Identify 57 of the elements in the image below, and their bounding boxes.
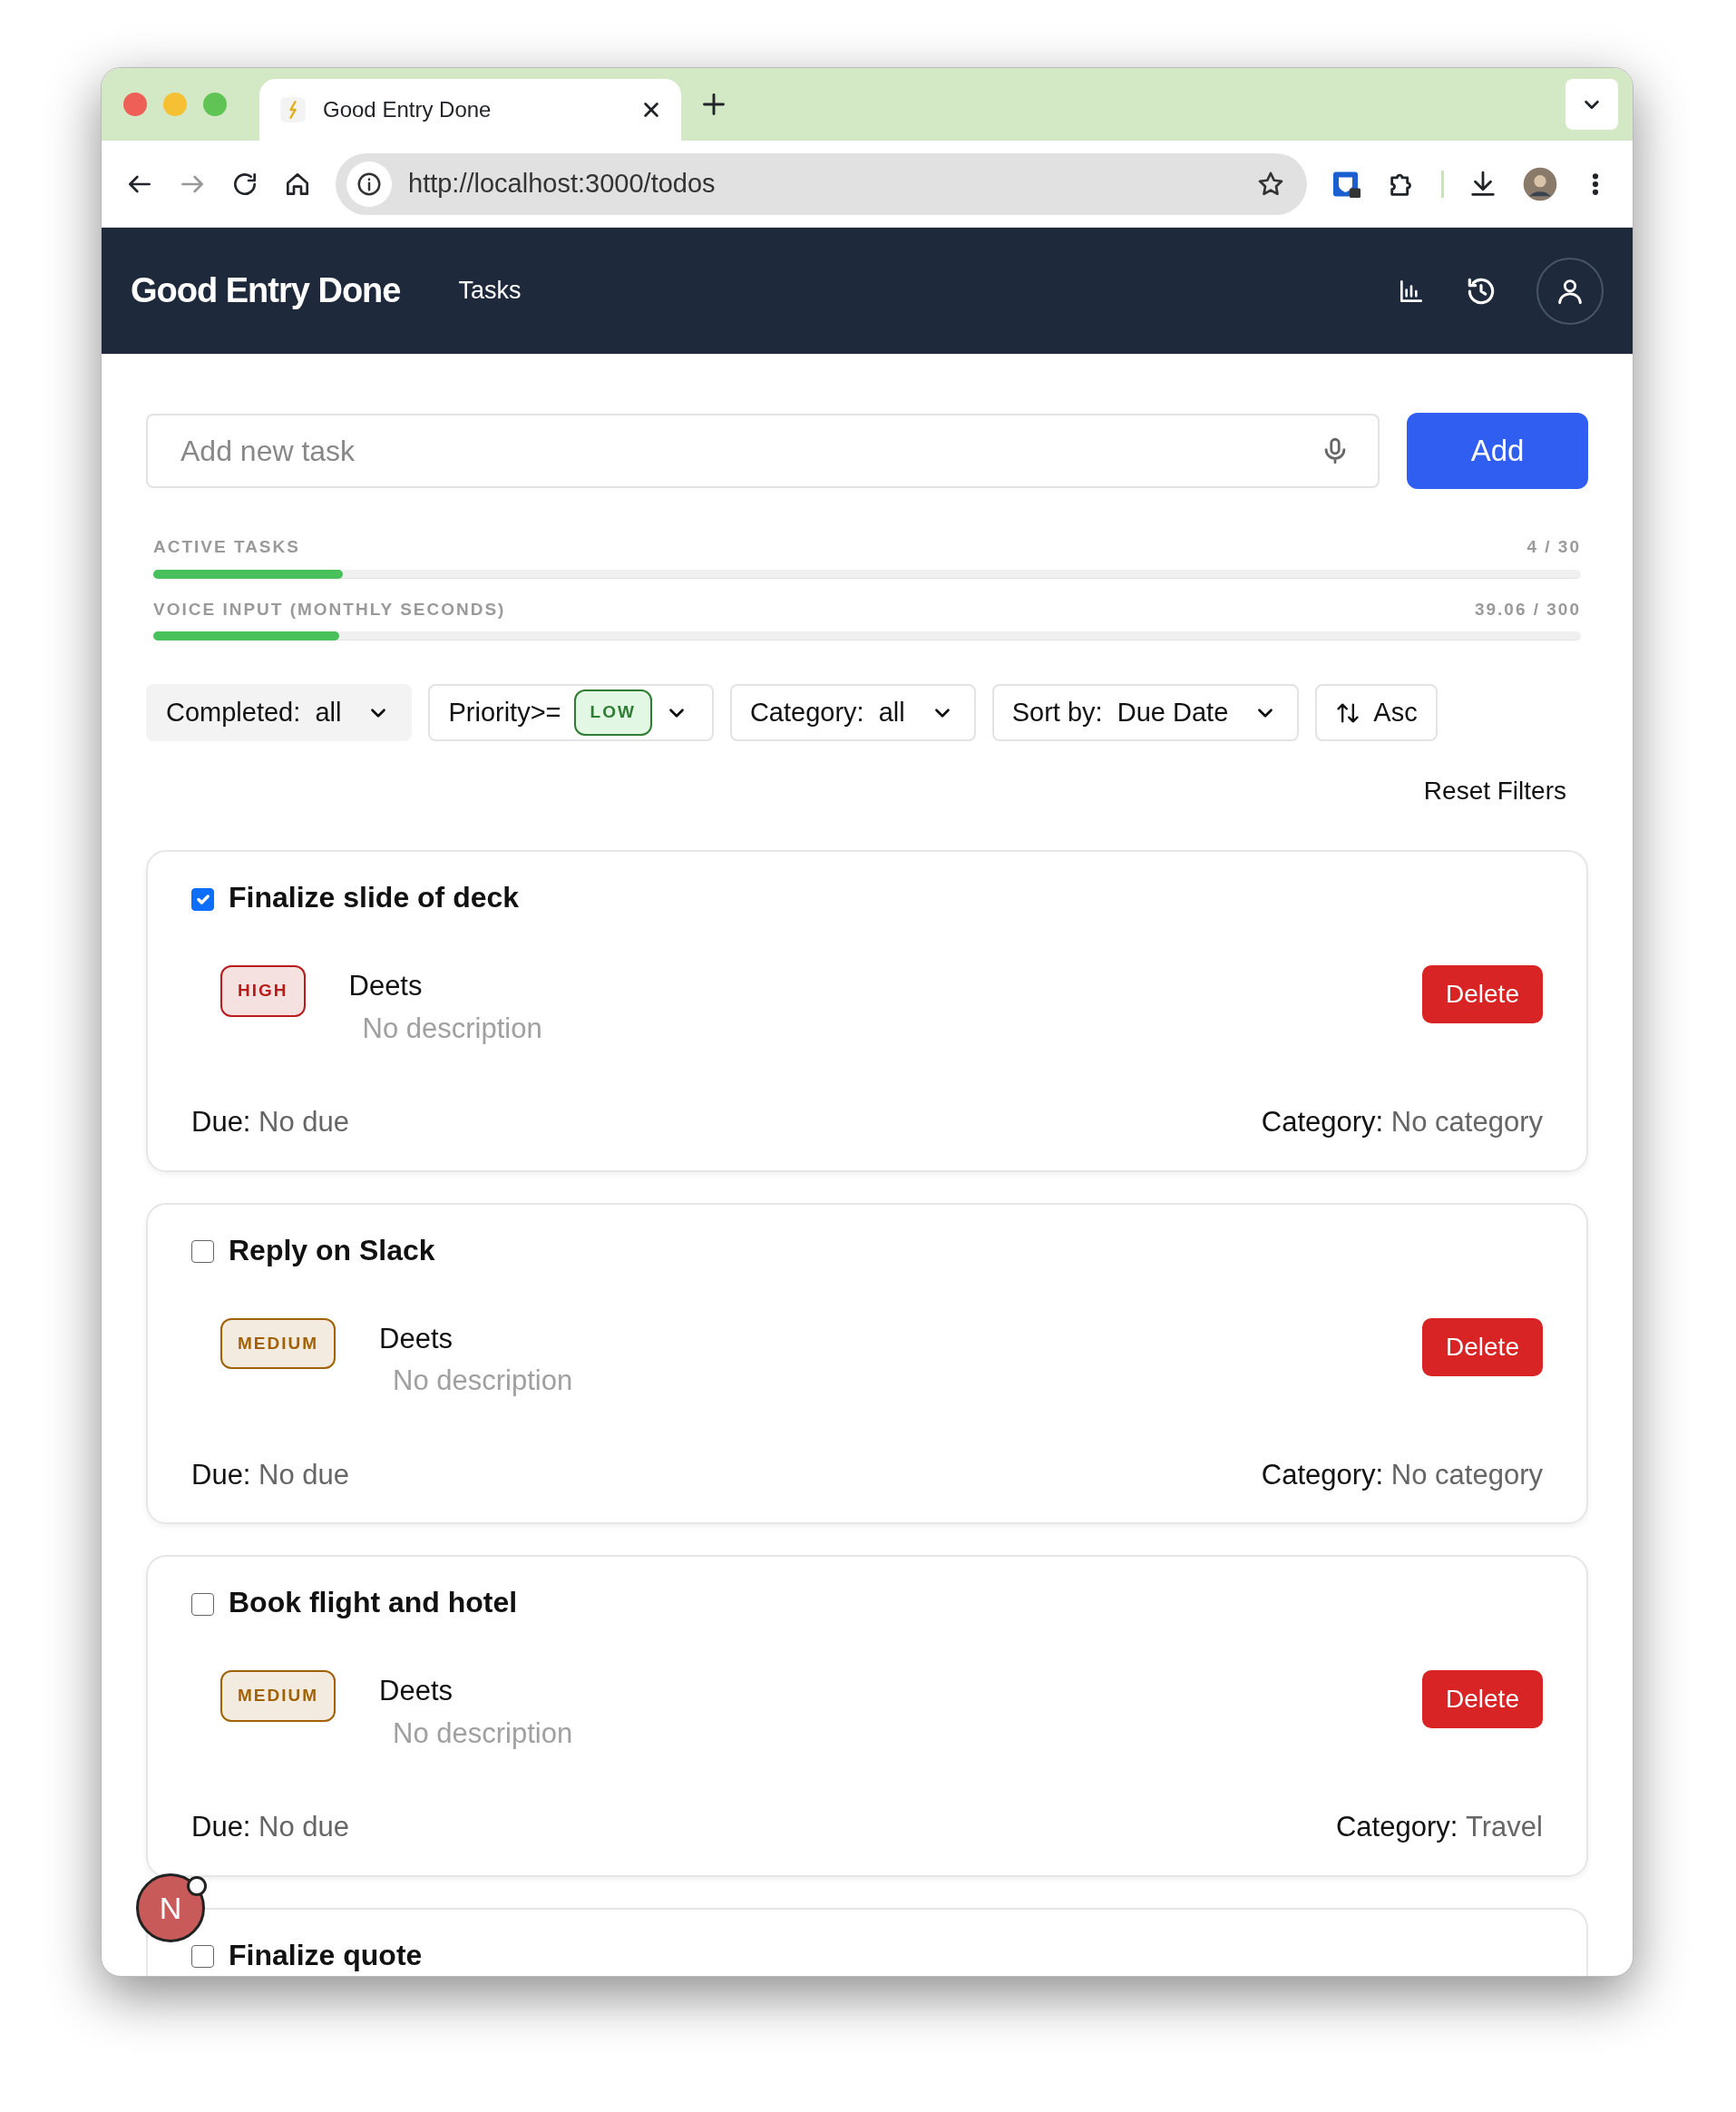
site-info-button[interactable] bbox=[346, 161, 392, 207]
reset-filters-link[interactable]: Reset Filters bbox=[1423, 772, 1566, 810]
browser-tab[interactable]: Good Entry Done bbox=[259, 79, 681, 141]
task-checkbox[interactable] bbox=[191, 1592, 214, 1616]
meter-reading: 39.06 / 300 bbox=[1474, 598, 1581, 621]
delete-button[interactable]: Delete bbox=[1422, 965, 1543, 1023]
filter-label: Completed: all bbox=[166, 696, 342, 728]
add-button[interactable]: Add bbox=[1407, 413, 1588, 489]
avatar-icon[interactable] bbox=[1522, 165, 1558, 202]
task-description: No description bbox=[393, 1716, 573, 1751]
filter-label: Asc bbox=[1373, 696, 1418, 728]
dev-tools-badge[interactable]: N bbox=[136, 1873, 205, 1942]
task-title: Book flight and hotel bbox=[229, 1585, 518, 1620]
tab-title: Good Entry Done bbox=[323, 96, 493, 123]
due-date: Due: No due bbox=[191, 1810, 350, 1844]
meter-reading: 4 / 30 bbox=[1526, 536, 1581, 558]
due-date: Due: No due bbox=[191, 1457, 350, 1492]
filter-dropdown[interactable]: Sort by: Due Date bbox=[991, 684, 1300, 741]
task-description: No description bbox=[393, 1364, 573, 1398]
task-title: Finalize slide of deck bbox=[229, 880, 520, 915]
favicon-icon bbox=[279, 96, 307, 123]
task-title: Reply on Slack bbox=[229, 1232, 435, 1268]
priority-badge: HIGH bbox=[220, 965, 306, 1017]
meter-label: VOICE INPUT (MONTHLY SECONDS) bbox=[153, 598, 506, 621]
task-name: Deets bbox=[348, 969, 424, 1003]
notification-dot bbox=[187, 1876, 207, 1896]
sort-order-button[interactable]: Asc bbox=[1315, 684, 1438, 741]
task-category: Category: No category bbox=[1261, 1105, 1543, 1139]
new-tab-icon[interactable] bbox=[701, 92, 727, 117]
filter-dropdown[interactable]: Completed: all bbox=[146, 684, 413, 741]
filter-label: Sort by: Due Date bbox=[1011, 696, 1229, 728]
filter-dropdown[interactable]: Priority>= LOW bbox=[428, 684, 714, 741]
delete-button[interactable]: Delete bbox=[1422, 1317, 1543, 1376]
nav-link[interactable]: Tasks bbox=[458, 272, 522, 309]
task-title: Finalize quote bbox=[229, 1937, 423, 1973]
filter-label: Priority>= bbox=[448, 696, 561, 728]
app-title[interactable]: Good Entry Done bbox=[131, 265, 401, 317]
priority-badge: MEDIUM bbox=[220, 1670, 336, 1722]
due-date: Due: No due bbox=[191, 1105, 350, 1139]
filter-label: Category: all bbox=[749, 696, 905, 728]
priority-badge: LOW bbox=[573, 689, 652, 736]
delete-button[interactable]: Delete bbox=[1422, 1670, 1543, 1728]
task-checkbox[interactable] bbox=[191, 887, 214, 911]
task-name: Deets bbox=[379, 1674, 454, 1708]
meter-label: ACTIVE TASKS bbox=[153, 536, 300, 558]
filter-dropdown[interactable]: Category: all bbox=[729, 684, 976, 741]
close-icon[interactable] bbox=[641, 100, 661, 120]
task-name: Deets bbox=[379, 1321, 454, 1356]
window-control-icon[interactable] bbox=[123, 93, 147, 116]
task-category: Category: Travel bbox=[1336, 1810, 1543, 1844]
task-checkbox[interactable] bbox=[191, 1240, 214, 1263]
priority-badge: MEDIUM bbox=[220, 1317, 336, 1369]
profile-button[interactable] bbox=[1536, 257, 1604, 325]
task-description: No description bbox=[362, 1011, 542, 1046]
task-category: Category: No category bbox=[1261, 1457, 1543, 1492]
task-checkbox[interactable] bbox=[191, 1945, 214, 1968]
task-field[interactable]: Add new task bbox=[146, 414, 1380, 488]
